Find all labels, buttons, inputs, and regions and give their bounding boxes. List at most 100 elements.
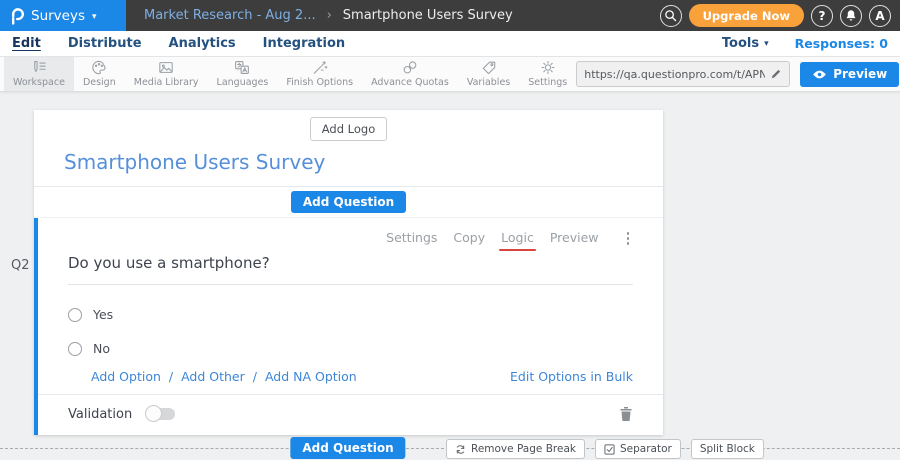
question-tab-copy[interactable]: Copy bbox=[453, 230, 485, 247]
questionpro-logo bbox=[11, 7, 24, 25]
tools-menu[interactable]: Tools ▾ bbox=[722, 36, 769, 51]
add-logo-button[interactable]: Add Logo bbox=[310, 117, 388, 141]
edit-url-pencil-icon[interactable] bbox=[770, 68, 782, 80]
breadcrumb-current: Smartphone Users Survey bbox=[343, 8, 513, 23]
toolbar-item-media-library[interactable]: Media Library bbox=[125, 57, 208, 91]
advance-quotas-icon bbox=[402, 60, 418, 75]
tools-label: Tools bbox=[722, 36, 759, 51]
preview-button[interactable]: Preview bbox=[800, 62, 899, 87]
notifications-button[interactable] bbox=[840, 5, 862, 27]
nav-right: Tools ▾ Responses: 0 bbox=[722, 36, 888, 51]
toolbar-item-variables[interactable]: Variables bbox=[458, 57, 519, 91]
add-question-row-top: Add Question bbox=[34, 187, 663, 218]
delete-question-button[interactable] bbox=[619, 406, 633, 422]
breadcrumb-parent-link[interactable]: Market Research - Aug 2... bbox=[144, 8, 316, 23]
top-header: Surveys ▾ Market Research - Aug 2... › S… bbox=[0, 0, 900, 31]
responses-count[interactable]: Responses: 0 bbox=[795, 36, 888, 51]
avatar-initial: A bbox=[875, 9, 884, 23]
survey-editor: Q2 Add Logo Smartphone Users Survey Add … bbox=[0, 91, 900, 460]
tab-analytics[interactable]: Analytics bbox=[169, 36, 236, 51]
finish-options-icon bbox=[312, 60, 328, 75]
media-library-icon bbox=[158, 60, 174, 75]
page-break-row: Add Question Remove Page Break Separator… bbox=[0, 436, 900, 460]
radio-button[interactable] bbox=[68, 308, 82, 322]
chevron-down-icon: ▾ bbox=[92, 10, 97, 22]
question-block: Settings Copy Logic Preview Do you use a… bbox=[34, 218, 663, 435]
option-add-links: Add Option / Add Other / Add NA Option bbox=[91, 369, 357, 384]
edit-options-in-bulk-link[interactable]: Edit Options in Bulk bbox=[510, 369, 633, 384]
upgrade-now-button[interactable]: Upgrade Now bbox=[689, 4, 804, 27]
product-label: Surveys bbox=[31, 8, 85, 24]
breadcrumb: Market Research - Aug 2... › Smartphone … bbox=[126, 0, 513, 31]
separator-checkbox-icon bbox=[604, 444, 615, 455]
toolbar-item-settings[interactable]: Settings bbox=[519, 57, 576, 91]
breadcrumb-chevron-icon: › bbox=[327, 8, 332, 23]
separator-label: Separator bbox=[620, 443, 672, 455]
page-break-actions: Remove Page Break Separator Split Block bbox=[446, 439, 764, 459]
settings-icon bbox=[540, 60, 556, 75]
toolbar-item-languages[interactable]: Languages bbox=[208, 57, 278, 91]
split-block-label: Split Block bbox=[700, 443, 755, 455]
survey-url-field[interactable]: https://qa.questionpro.com/t/APNrFZgQ bbox=[576, 61, 790, 87]
help-icon: ? bbox=[819, 9, 826, 23]
validation-label: Validation bbox=[68, 407, 132, 422]
question-text[interactable]: Do you use a smartphone? bbox=[68, 247, 633, 285]
bell-icon bbox=[845, 9, 857, 22]
remove-page-break-button[interactable]: Remove Page Break bbox=[446, 439, 585, 459]
validation-toggle[interactable] bbox=[147, 408, 175, 420]
add-na-option-link[interactable]: Add NA Option bbox=[265, 369, 357, 384]
tab-integration[interactable]: Integration bbox=[263, 36, 345, 51]
chevron-down-icon: ▾ bbox=[764, 38, 769, 49]
answer-options: Yes No bbox=[68, 307, 633, 356]
questionpro-app: Surveys ▾ Market Research - Aug 2... › S… bbox=[0, 0, 900, 460]
question-tab-settings[interactable]: Settings bbox=[386, 230, 437, 247]
question-number: Q2 bbox=[11, 258, 30, 273]
toolbar-item-finish-options[interactable]: Finish Options bbox=[277, 57, 362, 91]
header-actions: Upgrade Now ? A bbox=[660, 0, 900, 31]
trash-icon bbox=[619, 411, 633, 426]
link-separator: / bbox=[169, 369, 173, 384]
separator-button[interactable]: Separator bbox=[595, 439, 681, 459]
eye-icon bbox=[812, 70, 827, 79]
tab-distribute[interactable]: Distribute bbox=[68, 36, 142, 51]
option-label[interactable]: No bbox=[93, 341, 110, 356]
toolbar-item-advance-quotas[interactable]: Advance Quotas bbox=[362, 57, 458, 91]
remove-page-break-icon bbox=[455, 444, 466, 455]
validation-row: Validation bbox=[38, 394, 663, 435]
option-label[interactable]: Yes bbox=[93, 307, 113, 322]
search-button[interactable] bbox=[660, 5, 682, 27]
tab-edit[interactable]: Edit bbox=[12, 36, 41, 51]
workspace-icon bbox=[31, 60, 47, 75]
section-nav: Edit Distribute Analytics Integration To… bbox=[0, 31, 900, 57]
question-tab-preview[interactable]: Preview bbox=[550, 230, 599, 247]
add-question-button-bottom[interactable]: Add Question bbox=[290, 437, 405, 459]
survey-title[interactable]: Smartphone Users Survey bbox=[34, 144, 663, 187]
add-option-link[interactable]: Add Option bbox=[91, 369, 161, 384]
question-action-tabs: Settings Copy Logic Preview bbox=[68, 230, 633, 247]
split-block-button[interactable]: Split Block bbox=[691, 439, 764, 459]
help-button[interactable]: ? bbox=[811, 5, 833, 27]
logo-row: Add Logo bbox=[34, 110, 663, 144]
nav-links: Edit Distribute Analytics Integration bbox=[12, 36, 345, 51]
avatar[interactable]: A bbox=[869, 5, 891, 27]
kebab-menu-icon[interactable] bbox=[623, 230, 634, 247]
add-other-link[interactable]: Add Other bbox=[181, 369, 245, 384]
add-question-button-top[interactable]: Add Question bbox=[291, 191, 406, 213]
remove-page-break-label: Remove Page Break bbox=[471, 443, 576, 455]
question-tab-logic[interactable]: Logic bbox=[501, 230, 534, 247]
preview-label: Preview bbox=[833, 67, 887, 81]
option-links-row: Add Option / Add Other / Add NA Option E… bbox=[91, 369, 633, 384]
link-separator: / bbox=[253, 369, 257, 384]
search-icon bbox=[664, 9, 677, 22]
variables-icon bbox=[481, 60, 497, 75]
survey-url-text: https://qa.questionpro.com/t/APNrFZgQ bbox=[584, 68, 765, 81]
option-row-yes: Yes bbox=[68, 307, 633, 322]
toolbar-right: https://qa.questionpro.com/t/APNrFZgQ Pr… bbox=[576, 57, 900, 91]
workspace-toolbar: Workspace Design Media Library Languages… bbox=[0, 57, 900, 92]
toggle-knob bbox=[145, 405, 162, 422]
question-main: Settings Copy Logic Preview Do you use a… bbox=[38, 218, 663, 384]
surveys-product-menu[interactable]: Surveys ▾ bbox=[0, 0, 126, 31]
toolbar-item-design[interactable]: Design bbox=[74, 57, 125, 91]
radio-button[interactable] bbox=[68, 342, 82, 356]
toolbar-item-workspace[interactable]: Workspace bbox=[4, 57, 74, 91]
